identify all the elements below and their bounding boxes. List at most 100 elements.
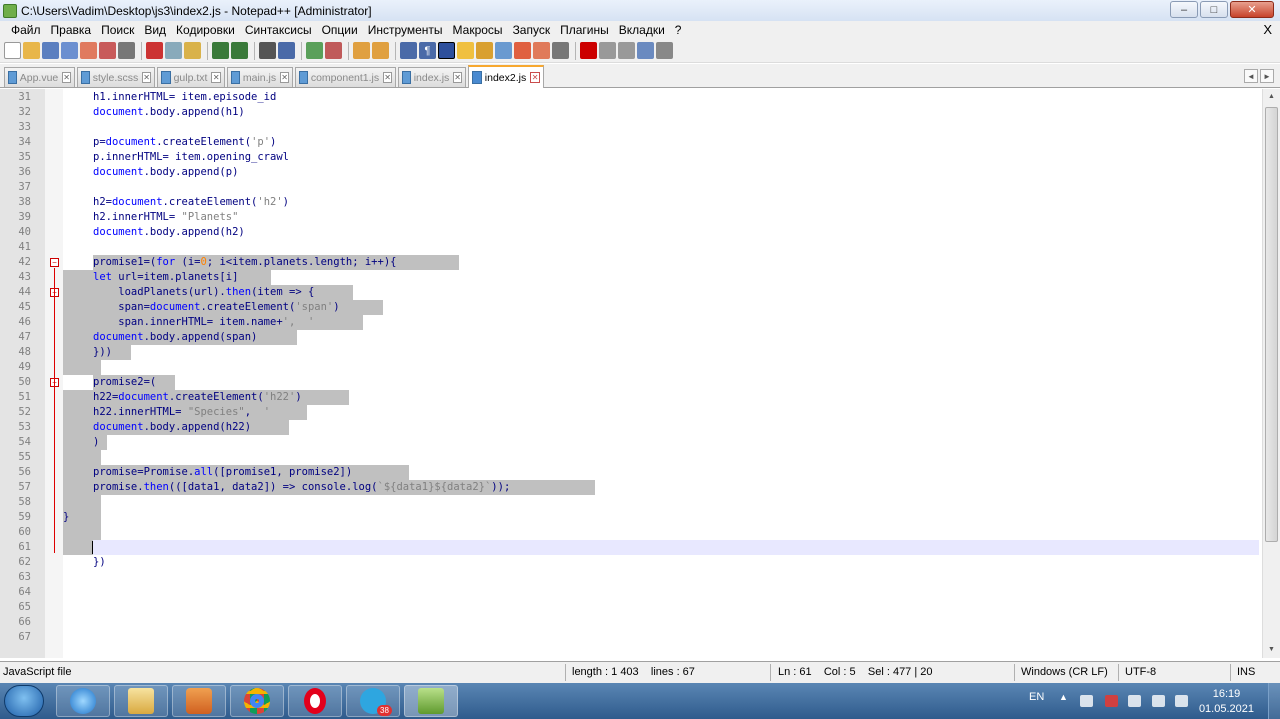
start-button[interactable] <box>4 685 44 717</box>
tab-close-icon[interactable]: ✕ <box>280 72 289 83</box>
scroll-down-arrow-icon[interactable]: ▼ <box>1265 643 1278 657</box>
code-line[interactable]: 35 p.innerHTML= item.opening_crawl <box>0 150 1262 165</box>
eye-icon[interactable] <box>552 42 569 59</box>
code-line[interactable]: 33 <box>0 120 1262 135</box>
code-line[interactable]: 48})) <box>0 345 1262 360</box>
zoom-out-icon[interactable] <box>325 42 342 59</box>
vertical-scrollbar[interactable]: ▲ ▼ <box>1262 89 1280 658</box>
code-line[interactable]: 31 h1.innerHTML= item.episode_id <box>0 90 1262 105</box>
menu-edit[interactable]: Правка <box>46 23 97 37</box>
tab-component1-js[interactable]: component1.js ✕ <box>295 67 396 87</box>
code-line[interactable]: 32 document.body.append(h1) <box>0 105 1262 120</box>
code-line[interactable]: 55 <box>0 450 1262 465</box>
code-line[interactable]: 54) <box>0 435 1262 450</box>
tray-device-icon[interactable] <box>1128 695 1141 707</box>
code-line[interactable]: 43 let url=item.planets[i] <box>0 270 1262 285</box>
sync-vertical-icon[interactable] <box>353 42 370 59</box>
scroll-up-arrow-icon[interactable]: ▲ <box>1265 90 1278 104</box>
volume-icon[interactable] <box>1175 695 1188 707</box>
code-line[interactable]: 49 <box>0 360 1262 375</box>
print-icon[interactable] <box>118 42 135 59</box>
word-wrap-icon[interactable] <box>400 42 417 59</box>
save-macro-icon[interactable] <box>656 42 673 59</box>
taskbar-ie[interactable] <box>56 685 110 717</box>
tab-index-js[interactable]: index.js ✕ <box>398 67 466 87</box>
code-line[interactable]: 36 document.body.append(p) <box>0 165 1262 180</box>
tab-scroll-right-button[interactable]: ► <box>1260 69 1274 83</box>
tab-close-icon[interactable]: ✕ <box>211 72 221 83</box>
zoom-in-icon[interactable] <box>306 42 323 59</box>
cut-icon[interactable] <box>146 42 163 59</box>
find-icon[interactable] <box>259 42 276 59</box>
tray-expand-icon[interactable]: ▲ <box>1059 692 1068 719</box>
tab-app-vue[interactable]: App.vue ✕ <box>4 67 75 87</box>
code-line[interactable]: 47 document.body.append(span) <box>0 330 1262 345</box>
menu-help[interactable]: ? <box>670 23 687 37</box>
code-line[interactable]: 39 h2.innerHTML= "Planets" <box>0 210 1262 225</box>
tab-main-js[interactable]: main.js ✕ <box>227 67 293 87</box>
code-line[interactable]: 58 <box>0 495 1262 510</box>
doc-map-icon[interactable] <box>476 42 493 59</box>
code-line[interactable]: 63 <box>0 570 1262 585</box>
menu-run[interactable]: Запуск <box>508 23 556 37</box>
tab-close-icon[interactable]: ✕ <box>530 72 540 83</box>
close-button[interactable]: ✕ <box>1230 1 1274 18</box>
code-line[interactable]: 46 span.innerHTML= item.name+', ' <box>0 315 1262 330</box>
monitoring-icon[interactable] <box>533 42 550 59</box>
menu-window[interactable]: Вкладки <box>614 23 670 37</box>
indent-guide-icon[interactable] <box>438 42 455 59</box>
taskbar-explorer[interactable] <box>114 685 168 717</box>
copy-icon[interactable] <box>165 42 182 59</box>
minimize-button[interactable]: – <box>1170 1 1198 18</box>
system-clock[interactable]: 16:19 01.05.2021 <box>1199 687 1254 717</box>
code-line[interactable]: 50promise2=(− <box>0 375 1262 390</box>
tab-gulp-txt[interactable]: gulp.txt ✕ <box>157 67 225 87</box>
tab-style-scss[interactable]: style.scss ✕ <box>77 67 155 87</box>
tab-close-icon[interactable]: ✕ <box>142 72 151 83</box>
save-all-icon[interactable] <box>61 42 78 59</box>
tab-close-icon[interactable]: ✕ <box>62 72 71 83</box>
close-all-icon[interactable] <box>99 42 116 59</box>
menu-file[interactable]: Файл <box>6 23 46 37</box>
maximize-button[interactable]: □ <box>1200 1 1228 18</box>
code-line[interactable]: 34 p=document.createElement('p') <box>0 135 1262 150</box>
menu-search[interactable]: Поиск <box>96 23 139 37</box>
code-line[interactable]: 59} <box>0 510 1262 525</box>
code-line[interactable]: 44 loadPlanets(url).then(item => {− <box>0 285 1262 300</box>
code-line[interactable]: 61 <box>0 540 1262 555</box>
redo-icon[interactable] <box>231 42 248 59</box>
run-macro-multiple-icon[interactable] <box>637 42 654 59</box>
code-line[interactable]: 65 <box>0 600 1262 615</box>
code-line[interactable]: 38 h2=document.createElement('h2') <box>0 195 1262 210</box>
stop-macro-icon[interactable] <box>599 42 616 59</box>
code-line[interactable]: 64 <box>0 585 1262 600</box>
fold-toggle-icon[interactable]: − <box>50 258 59 267</box>
code-line[interactable]: 62}) <box>0 555 1262 570</box>
close-file-icon[interactable] <box>80 42 97 59</box>
menu-tools[interactable]: Инструменты <box>363 23 448 37</box>
new-file-icon[interactable] <box>4 42 21 59</box>
code-line[interactable]: 45 span=document.createElement('span') <box>0 300 1262 315</box>
code-line[interactable]: 41 <box>0 240 1262 255</box>
language-indicator[interactable]: EN <box>1029 691 1044 719</box>
tray-app-icon[interactable] <box>1080 695 1093 707</box>
code-line[interactable]: 57 promise.then(([data1, data2]) => conso… <box>0 480 1262 495</box>
tab-scroll-left-button[interactable]: ◄ <box>1244 69 1258 83</box>
open-file-icon[interactable] <box>23 42 40 59</box>
code-line[interactable]: 53 document.body.append(h22) <box>0 420 1262 435</box>
code-line[interactable]: 40 document.body.append(h2) <box>0 225 1262 240</box>
tray-security-icon[interactable] <box>1105 695 1118 707</box>
tab-close-icon[interactable]: ✕ <box>383 72 392 83</box>
tab-close-icon[interactable]: ✕ <box>453 72 462 83</box>
code-line[interactable]: 60 <box>0 525 1262 540</box>
code-line[interactable]: 67 <box>0 630 1262 645</box>
tab-index2-js[interactable]: index2.js ✕ <box>468 65 544 88</box>
taskbar-media-player[interactable] <box>172 685 226 717</box>
menu-macro[interactable]: Макросы <box>448 23 508 37</box>
menu-settings[interactable]: Опции <box>317 23 363 37</box>
paste-icon[interactable] <box>184 42 201 59</box>
show-all-chars-icon[interactable]: ¶ <box>419 42 436 59</box>
menu-plugins[interactable]: Плагины <box>555 23 614 37</box>
undo-icon[interactable] <box>212 42 229 59</box>
save-icon[interactable] <box>42 42 59 59</box>
